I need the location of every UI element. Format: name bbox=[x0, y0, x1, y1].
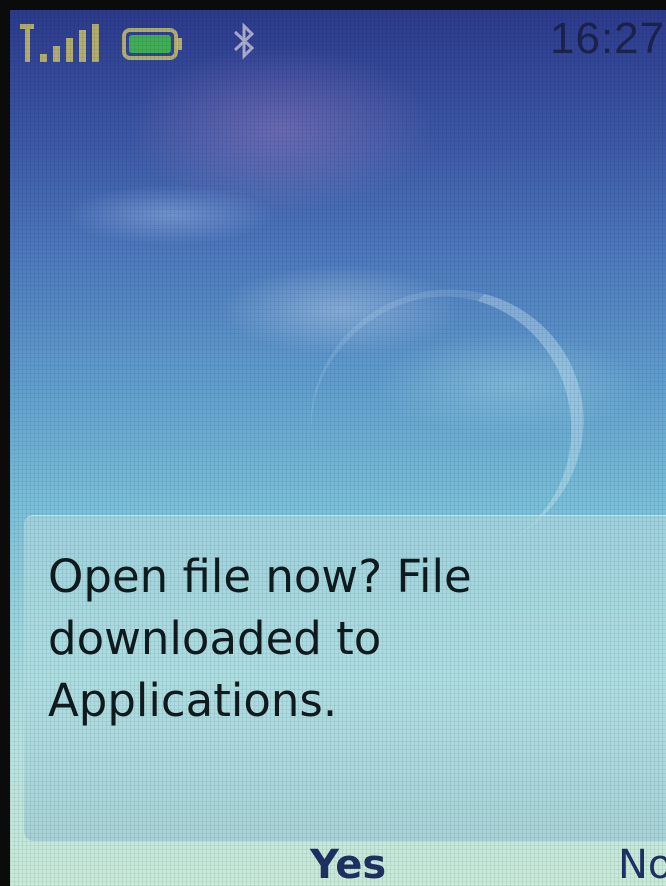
bluetooth-icon bbox=[233, 22, 255, 60]
status-clock: 16:27 bbox=[550, 14, 666, 63]
phone-screen: 16:27 Open file now? File downloaded to … bbox=[10, 10, 666, 886]
battery-icon bbox=[122, 28, 182, 60]
phone-frame: 16:27 Open file now? File downloaded to … bbox=[0, 0, 666, 886]
status-bar: 16:27 bbox=[10, 10, 666, 80]
no-softkey[interactable]: No bbox=[618, 842, 666, 886]
confirmation-dialog: Open file now? File downloaded to Applic… bbox=[24, 515, 666, 841]
softkey-bar: Yes No bbox=[10, 838, 666, 886]
dialog-message: Open file now? File downloaded to Applic… bbox=[48, 550, 472, 727]
yes-softkey[interactable]: Yes bbox=[310, 842, 386, 886]
signal-strength-icon bbox=[20, 24, 99, 62]
